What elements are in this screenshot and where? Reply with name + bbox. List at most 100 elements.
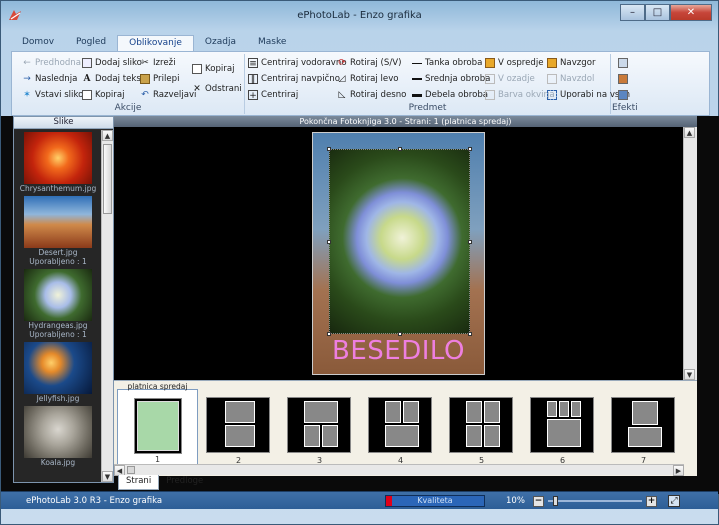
- move-up-button[interactable]: Navzgor: [547, 56, 596, 70]
- image-name: Koala.jpg: [40, 458, 76, 467]
- paste-button[interactable]: Prilepi: [140, 72, 179, 86]
- copy-button[interactable]: Kopiraj: [82, 88, 125, 102]
- center-horizontal-label: Centriraj vodoravno: [261, 58, 347, 68]
- resize-handle[interactable]: [398, 147, 402, 151]
- duplicate-button[interactable]: Kopiraj: [192, 62, 235, 76]
- previous-button[interactable]: ← Predhodna: [22, 56, 81, 70]
- layout-box: [385, 425, 419, 447]
- thick-border-button[interactable]: Debela obroba: [412, 88, 488, 102]
- center-horizontal-button[interactable]: ≡ Centriraj vodoravno: [248, 56, 347, 70]
- maximize-button[interactable]: □: [645, 4, 670, 21]
- undo-icon: ↶: [141, 90, 149, 100]
- resize-handle[interactable]: [327, 147, 331, 151]
- tab-strani[interactable]: Strani: [118, 475, 160, 490]
- cover-text[interactable]: BESEDILO: [313, 336, 484, 366]
- effect-1-button[interactable]: [618, 56, 631, 70]
- center-vertical-button[interactable]: ‖ Centriraj navpično: [248, 72, 340, 86]
- resize-handle[interactable]: [468, 147, 472, 151]
- image-list[interactable]: Chrysanthemum.jpg Desert.jpg Uporabljeno…: [14, 130, 102, 482]
- zoom-slider[interactable]: − +: [533, 496, 657, 507]
- minimize-button[interactable]: –: [620, 4, 645, 21]
- rotate-right-button[interactable]: ◺ Rotiraj desno: [337, 88, 407, 102]
- scroll-up-arrow-icon[interactable]: ▲: [102, 130, 113, 141]
- canvas-scroll-down-icon[interactable]: ▼: [684, 369, 695, 380]
- page-thumb-4[interactable]: 4: [360, 389, 441, 465]
- images-scrollbar[interactable]: ▲ ▼: [101, 130, 113, 482]
- bottom-tabs: Strani Predloge: [118, 475, 210, 490]
- canvas-scrollbar[interactable]: ▲ ▼: [683, 127, 697, 380]
- add-text-button[interactable]: A Dodaj tekst: [82, 72, 145, 86]
- image-item-desert[interactable]: Desert.jpg Uporabljeno : 1: [14, 193, 102, 266]
- koala-thumbnail: [24, 406, 92, 458]
- page-thumb-6[interactable]: 6: [522, 389, 603, 465]
- zoom-thumb[interactable]: [552, 496, 558, 506]
- canvas-scroll-up-icon[interactable]: ▲: [684, 127, 695, 138]
- medium-border-button[interactable]: Srednja obroba: [412, 72, 490, 86]
- cut-button[interactable]: ✂ Izreži: [140, 56, 175, 70]
- tab-domov[interactable]: Domov: [11, 35, 65, 52]
- layout-box: [137, 401, 179, 451]
- tab-predloge[interactable]: Predloge: [159, 475, 210, 490]
- canvas-header: Pokončna Fotoknjiga 3.0 - Strani: 1 (pla…: [114, 116, 697, 127]
- move-up-label: Navzgor: [560, 58, 596, 68]
- page-thumb-5[interactable]: 5: [441, 389, 522, 465]
- book-cover-page[interactable]: BESEDILO: [312, 132, 485, 375]
- tab-maske[interactable]: Maske: [247, 35, 297, 52]
- rotate-left-button[interactable]: ◿ Rotiraj levo: [337, 72, 399, 86]
- effect-3-button[interactable]: [618, 88, 631, 102]
- page-thumb-1[interactable]: platnica spredaj 1: [117, 382, 198, 465]
- thin-border-button[interactable]: Tanka obroba: [412, 56, 482, 70]
- center-button[interactable]: + Centriraj: [248, 88, 298, 102]
- move-down-button[interactable]: Navzdol: [547, 72, 594, 86]
- frame-color-button[interactable]: Barva okvirja: [485, 88, 555, 102]
- effect-image-icon: [618, 58, 628, 68]
- zoom-track[interactable]: [548, 500, 642, 502]
- tab-oblikovanje[interactable]: Oblikovanje: [117, 35, 194, 52]
- bring-front-button[interactable]: V ospredje: [485, 56, 544, 70]
- next-label: Naslednja: [35, 74, 78, 84]
- insert-image-button[interactable]: ✶ Vstavi sliko: [22, 88, 83, 102]
- ribbon: ← Predhodna → Naslednja ✶ Vstavi sliko Doda…: [11, 51, 710, 116]
- image-item-hydrangeas[interactable]: Hydrangeas.jpg Uporabljeno : 1: [14, 266, 102, 339]
- image-name: Chrysanthemum.jpg: [19, 184, 97, 193]
- center-vertical-label: Centriraj navpično: [261, 74, 341, 84]
- status-app-version: ePhotoLab 3.0 R3 - Enzo grafika: [26, 496, 163, 506]
- scroll-thumb[interactable]: [103, 144, 112, 214]
- effect-2-button[interactable]: [618, 72, 631, 86]
- zoom-in-button[interactable]: +: [646, 496, 657, 507]
- rotate-button[interactable]: ⟳ Rotiraj (S/V): [337, 56, 401, 70]
- cover-photo[interactable]: [327, 147, 472, 336]
- ribbon-tabs: Domov Pogled Oblikovanje Ozadja Maske: [11, 35, 297, 52]
- center-icon: +: [248, 90, 258, 101]
- page-thumb-3[interactable]: 3: [279, 389, 360, 465]
- scroll-down-arrow-icon[interactable]: ▼: [102, 471, 113, 482]
- resize-handle[interactable]: [327, 240, 331, 244]
- strip-scroll-right-icon[interactable]: ▶: [673, 465, 684, 476]
- undo-button[interactable]: ↶ Razveljavi: [140, 88, 196, 102]
- jellyfish-thumbnail: [24, 342, 92, 394]
- page-thumb-2[interactable]: 2: [198, 389, 279, 465]
- image-item-chrysanthemum[interactable]: Chrysanthemum.jpg: [14, 130, 102, 193]
- tab-ozadja[interactable]: Ozadja: [194, 35, 247, 52]
- close-button[interactable]: ✕: [670, 4, 712, 21]
- strip-scrollbar[interactable]: ◀ ▶: [114, 464, 684, 476]
- text-icon: A: [83, 74, 91, 84]
- tab-pogled[interactable]: Pogled: [65, 35, 117, 52]
- next-button[interactable]: → Naslednja: [22, 72, 77, 86]
- send-back-button[interactable]: V ozadje: [485, 72, 535, 86]
- image-item-koala[interactable]: Koala.jpg: [14, 403, 102, 467]
- layout-box: [547, 419, 581, 447]
- strip-scroll-thumb[interactable]: [127, 466, 135, 474]
- fit-to-window-icon[interactable]: ⤢: [668, 495, 680, 507]
- add-image-button[interactable]: Dodaj sliko: [82, 56, 142, 70]
- page-thumb-7[interactable]: 7: [603, 389, 684, 465]
- zoom-out-button[interactable]: −: [533, 496, 544, 507]
- previous-label: Predhodna: [35, 58, 81, 68]
- page-thumb-image: [449, 397, 513, 453]
- page-thumb-image: [287, 397, 351, 453]
- undo-label: Razveljavi: [153, 90, 197, 100]
- image-item-jellyfish[interactable]: Jellyfish.jpg: [14, 339, 102, 403]
- remove-button[interactable]: ✕ Odstrani: [192, 82, 241, 96]
- resize-handle[interactable]: [468, 240, 472, 244]
- chrysanthemum-thumbnail: [24, 132, 92, 184]
